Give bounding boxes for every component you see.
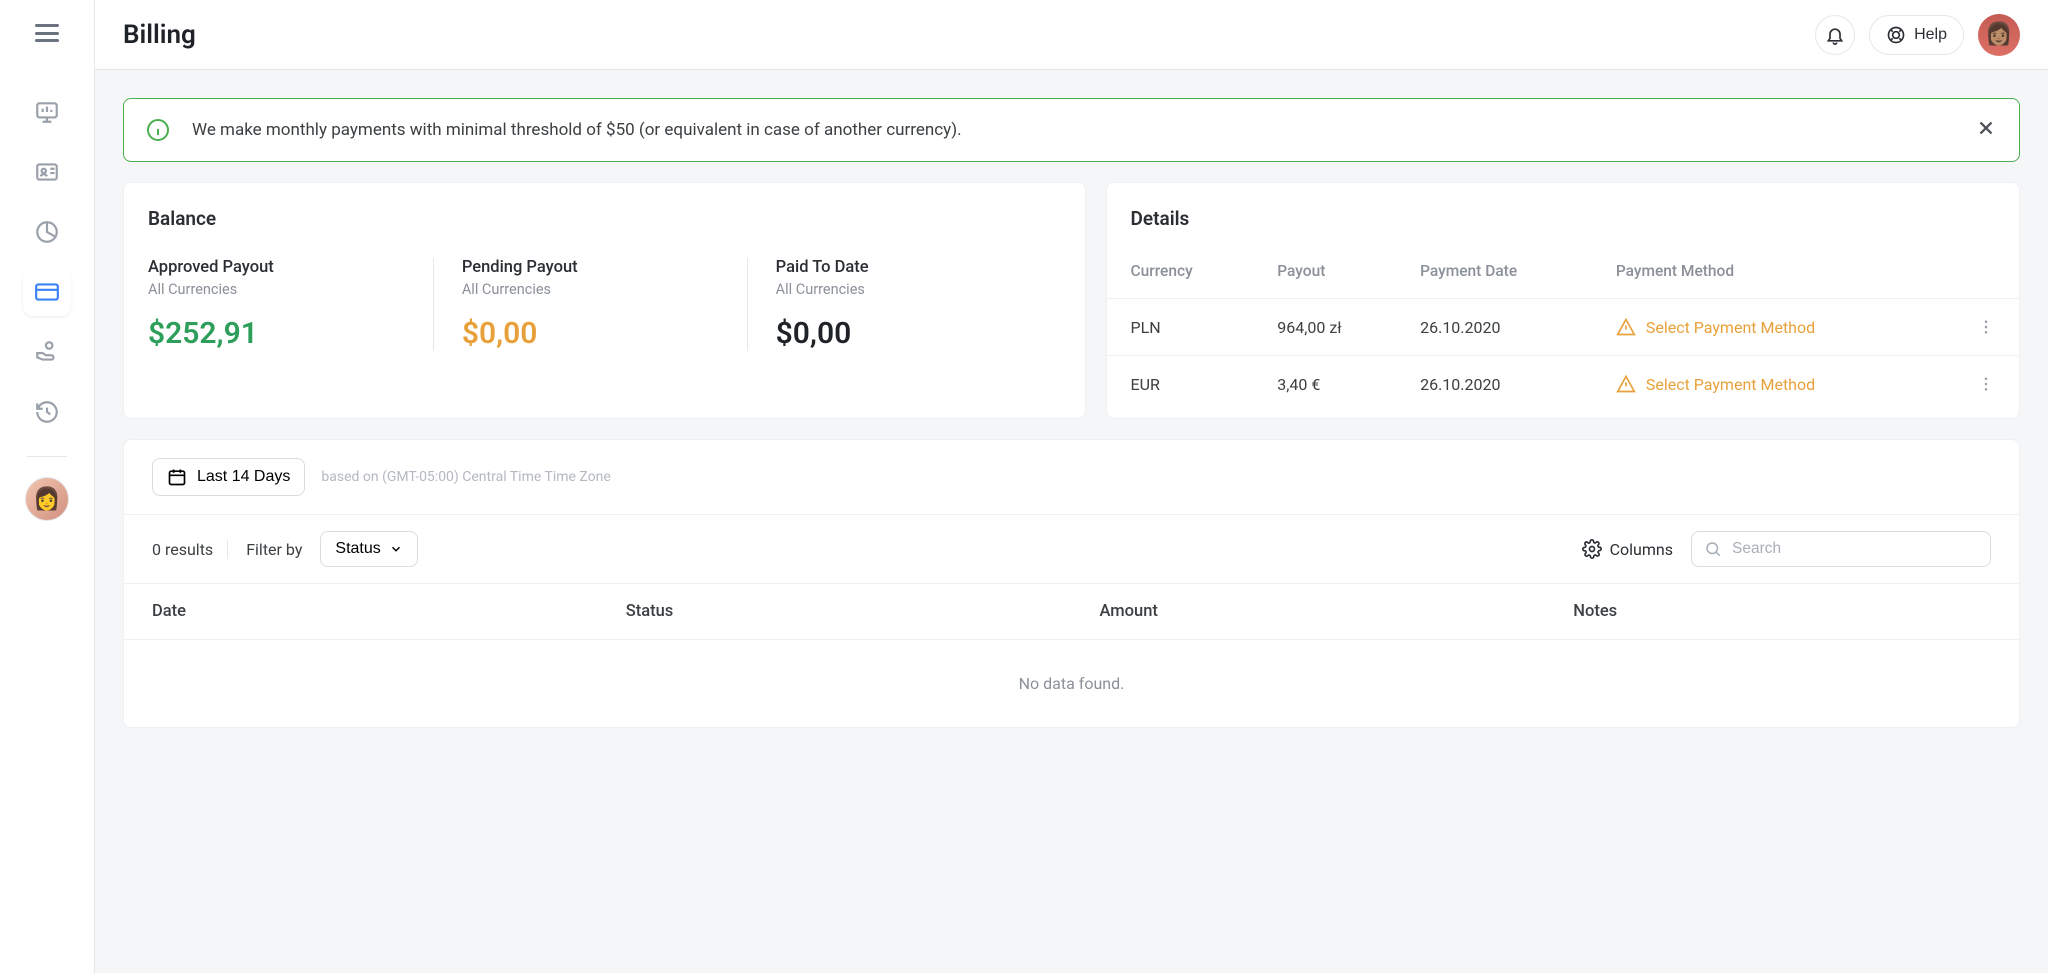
help-button[interactable]: Help xyxy=(1869,15,1964,55)
no-data-text: No data found. xyxy=(124,640,2019,727)
col-currency: Currency xyxy=(1107,250,1266,299)
sidebar-item-history[interactable] xyxy=(23,388,71,436)
details-title: Details xyxy=(1107,207,2020,230)
balance-card: Balance Approved Payout All Currencies $… xyxy=(123,182,1086,419)
kebab-icon xyxy=(1977,375,1995,393)
search-box[interactable] xyxy=(1691,531,1991,567)
cell-date: 26.10.2020 xyxy=(1408,356,1604,413)
columns-label: Columns xyxy=(1610,540,1673,559)
gear-icon xyxy=(1582,539,1602,559)
history-icon xyxy=(34,399,60,425)
approved-label: Approved Payout xyxy=(148,258,405,277)
warning-icon xyxy=(1616,317,1636,337)
cell-date: 26.10.2020 xyxy=(1408,299,1604,356)
sidebar-item-billing[interactable] xyxy=(23,268,71,316)
sidebar-item-profile[interactable] xyxy=(23,148,71,196)
transactions-card: Last 14 Days based on (GMT-05:00) Centra… xyxy=(123,439,2020,728)
sidebar-item-payouts[interactable] xyxy=(23,328,71,376)
cell-currency: EUR xyxy=(1107,356,1266,413)
col-amount: Amount xyxy=(1072,584,1546,640)
timezone-text: based on (GMT-05:00) Central Time Time Z… xyxy=(321,469,610,485)
divider xyxy=(27,456,67,457)
pending-value: $0,00 xyxy=(462,316,719,351)
paid-sub: All Currencies xyxy=(776,281,1033,298)
alert-close-button[interactable] xyxy=(1975,117,1997,143)
alert-text: We make monthly payments with minimal th… xyxy=(192,120,1953,140)
close-icon xyxy=(1975,117,1997,139)
cell-payout: 964,00 zł xyxy=(1265,299,1408,356)
col-notes: Notes xyxy=(1545,584,2019,640)
table-row: EUR 3,40 € 26.10.2020 Select Payment Met… xyxy=(1107,356,2020,413)
select-payment-method-link[interactable]: Select Payment Method xyxy=(1616,374,1953,394)
warning-icon xyxy=(1616,374,1636,394)
filter-by-label: Filter by xyxy=(246,540,302,559)
cell-currency: PLN xyxy=(1107,299,1266,356)
sidebar-item-analytics[interactable] xyxy=(23,208,71,256)
calendar-icon xyxy=(167,467,187,487)
col-payout: Payout xyxy=(1265,250,1408,299)
sidebar-secondary-avatar[interactable]: 👩 xyxy=(25,477,69,521)
notifications-button[interactable] xyxy=(1815,15,1855,55)
help-icon xyxy=(1886,25,1906,45)
col-status: Status xyxy=(598,584,1072,640)
paid-label: Paid To Date xyxy=(776,258,1033,277)
col-date: Date xyxy=(124,584,598,640)
id-card-icon xyxy=(34,159,60,185)
table-row: PLN 964,00 zł 26.10.2020 Select Payment … xyxy=(1107,299,2020,356)
details-card: Details Currency Payout Payment Date Pay… xyxy=(1106,182,2021,419)
columns-button[interactable]: Columns xyxy=(1582,539,1673,559)
pending-sub: All Currencies xyxy=(462,281,719,298)
pending-payout-block: Pending Payout All Currencies $0,00 xyxy=(433,258,747,351)
search-icon xyxy=(1704,540,1722,558)
status-filter-button[interactable]: Status xyxy=(320,531,417,567)
select-payment-method-label: Select Payment Method xyxy=(1646,318,1815,337)
date-range-button[interactable]: Last 14 Days xyxy=(152,458,305,496)
balance-title: Balance xyxy=(148,207,1061,230)
row-actions-button[interactable] xyxy=(1977,318,1995,336)
pending-label: Pending Payout xyxy=(462,258,719,277)
help-label: Help xyxy=(1914,26,1947,44)
select-payment-method-link[interactable]: Select Payment Method xyxy=(1616,317,1953,337)
credit-card-icon xyxy=(34,279,60,305)
row-actions-button[interactable] xyxy=(1977,375,1995,393)
date-range-label: Last 14 Days xyxy=(197,468,290,486)
chevron-down-icon xyxy=(389,542,403,556)
approved-value: $252,91 xyxy=(148,316,405,351)
sidebar-item-dashboard[interactable] xyxy=(23,88,71,136)
col-payment-date: Payment Date xyxy=(1408,250,1604,299)
info-alert: We make monthly payments with minimal th… xyxy=(123,98,2020,162)
pie-chart-icon xyxy=(34,219,60,245)
search-input[interactable] xyxy=(1732,540,1978,558)
status-filter-label: Status xyxy=(335,540,380,558)
monitor-icon xyxy=(34,99,60,125)
details-table: Currency Payout Payment Date Payment Met… xyxy=(1107,250,2020,412)
col-payment-method: Payment Method xyxy=(1604,250,1965,299)
topbar: Billing Help 👩🏽 xyxy=(95,0,2048,70)
kebab-icon xyxy=(1977,318,1995,336)
user-avatar[interactable]: 👩🏽 xyxy=(1978,14,2020,56)
paid-to-date-block: Paid To Date All Currencies $0,00 xyxy=(747,258,1061,351)
bell-icon xyxy=(1825,25,1845,45)
paid-value: $0,00 xyxy=(776,316,1033,351)
info-icon xyxy=(146,118,170,142)
page-title: Billing xyxy=(123,20,196,50)
select-payment-method-label: Select Payment Method xyxy=(1646,375,1815,394)
transactions-table: Date Status Amount Notes xyxy=(124,584,2019,640)
approved-payout-block: Approved Payout All Currencies $252,91 xyxy=(148,258,433,351)
results-count: 0 results xyxy=(152,540,228,559)
hand-coin-icon xyxy=(34,339,60,365)
approved-sub: All Currencies xyxy=(148,281,405,298)
sidebar: 👩 xyxy=(0,0,95,973)
menu-toggle-icon[interactable] xyxy=(35,24,59,42)
cell-payout: 3,40 € xyxy=(1265,356,1408,413)
